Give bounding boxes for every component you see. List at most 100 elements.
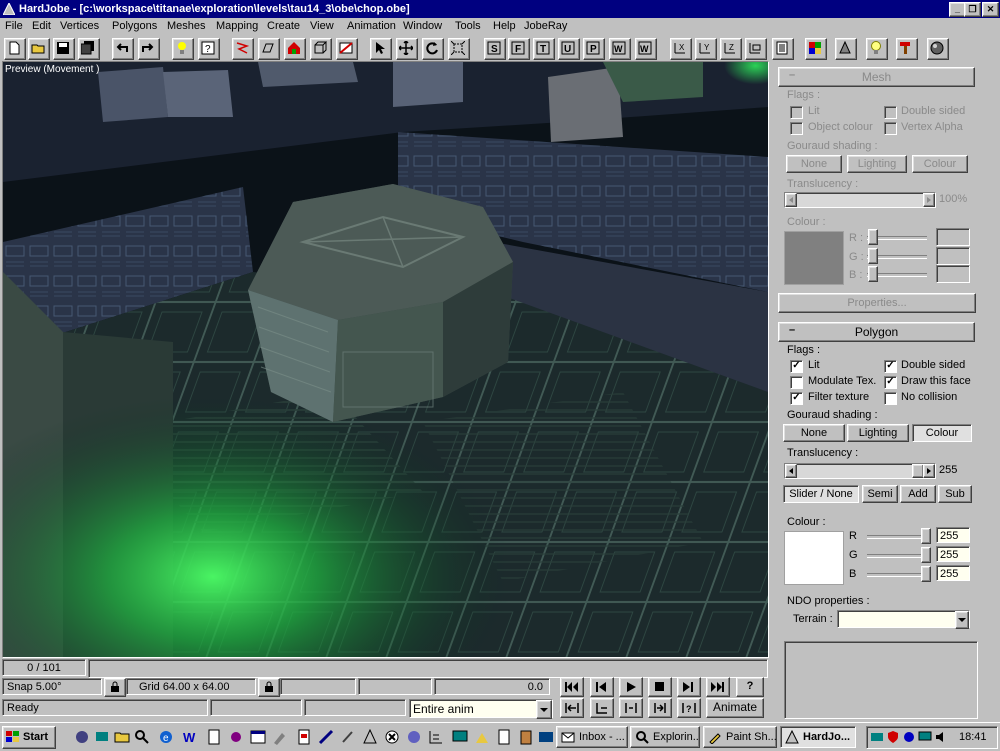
polygon-g-field[interactable]: 255 bbox=[936, 546, 970, 562]
polygon-lit-checkbox[interactable]: ✓ bbox=[790, 360, 803, 373]
polygon-tool-button[interactable] bbox=[232, 38, 254, 60]
quicklaunch-tool-icon[interactable] bbox=[272, 729, 288, 745]
face-tool-button[interactable] bbox=[258, 38, 280, 60]
polygon-g-slider[interactable] bbox=[921, 547, 931, 563]
mesh-gouraud-lighting-button[interactable]: Lighting bbox=[847, 155, 907, 173]
view-w2-button[interactable]: W bbox=[635, 38, 657, 60]
mesh-r-field[interactable] bbox=[936, 228, 970, 246]
scale-tool-button[interactable] bbox=[448, 38, 470, 60]
scroll-left-button[interactable] bbox=[785, 464, 797, 478]
polygon-b-slider[interactable] bbox=[921, 566, 931, 582]
save-button[interactable] bbox=[53, 38, 75, 60]
tray-shield-icon[interactable] bbox=[886, 730, 900, 744]
polygon-modulate-tex-checkbox[interactable] bbox=[790, 376, 803, 389]
quicklaunch-disc-icon[interactable] bbox=[406, 729, 422, 745]
light-button[interactable] bbox=[866, 38, 888, 60]
select-tool-button[interactable] bbox=[370, 38, 392, 60]
blend-slider-none-button[interactable]: Slider / None bbox=[783, 485, 859, 503]
quicklaunch-ie-icon[interactable]: e bbox=[158, 729, 174, 745]
light-tool-button[interactable] bbox=[172, 38, 194, 60]
terrain-select[interactable] bbox=[837, 610, 970, 629]
key-help-button[interactable]: ? bbox=[677, 698, 701, 718]
cone-button[interactable] bbox=[835, 38, 857, 60]
mesh-rollout-header[interactable]: – Mesh bbox=[778, 67, 975, 87]
polygon-colour-swatch[interactable] bbox=[784, 531, 844, 585]
polygon-gouraud-none-button[interactable]: None bbox=[783, 424, 845, 442]
grid-lock-button[interactable] bbox=[258, 678, 280, 697]
quicklaunch-x-icon[interactable] bbox=[384, 729, 400, 745]
menu-polygons[interactable]: Polygons bbox=[112, 20, 157, 32]
cube-tool-button[interactable] bbox=[310, 38, 332, 60]
quicklaunch-cone-icon[interactable] bbox=[362, 729, 378, 745]
goto-start-button[interactable] bbox=[560, 677, 584, 697]
play-button[interactable] bbox=[619, 677, 643, 697]
preview-viewport[interactable]: Preview (Movement ) bbox=[2, 61, 769, 658]
mesh-g-field[interactable] bbox=[936, 247, 970, 265]
anim-help-button[interactable]: ? bbox=[736, 677, 764, 697]
mesh-b-field[interactable] bbox=[936, 265, 970, 283]
properties-button[interactable]: Properties... bbox=[778, 293, 976, 313]
quicklaunch-paint-icon[interactable] bbox=[474, 729, 490, 745]
mesh-r-slider[interactable] bbox=[868, 229, 878, 245]
polygon-draw-face-checkbox[interactable]: ✓ bbox=[884, 376, 897, 389]
quicklaunch-desktop-icon[interactable] bbox=[538, 729, 554, 745]
task-exploring[interactable]: Explorin... bbox=[630, 726, 700, 748]
menu-file[interactable]: File bbox=[5, 20, 23, 32]
polygon-r-field[interactable]: 255 bbox=[936, 527, 970, 543]
menu-view[interactable]: View bbox=[310, 20, 334, 32]
rotate-tool-button[interactable] bbox=[422, 38, 444, 60]
notes-button[interactable] bbox=[772, 38, 794, 60]
next-frame-button[interactable] bbox=[677, 677, 701, 697]
view-s-button[interactable]: S bbox=[484, 38, 506, 60]
move-tool-button[interactable] bbox=[396, 38, 418, 60]
menu-joberay[interactable]: JobeRay bbox=[524, 20, 567, 32]
camera-view-button[interactable] bbox=[745, 38, 767, 60]
menu-help[interactable]: Help bbox=[493, 20, 516, 32]
axis-x-button[interactable]: X bbox=[670, 38, 692, 60]
close-button[interactable]: ✕ bbox=[982, 2, 999, 17]
anim-range-dropdown[interactable] bbox=[536, 700, 552, 719]
polygon-translucency-scrollbar[interactable] bbox=[784, 463, 936, 479]
menu-animation[interactable]: Animation bbox=[347, 20, 396, 32]
polygon-b-field[interactable]: 255 bbox=[936, 565, 970, 581]
polygon-gouraud-lighting-button[interactable]: Lighting bbox=[847, 424, 909, 442]
animate-button[interactable]: Animate bbox=[706, 698, 764, 718]
view-w1-button[interactable]: W bbox=[609, 38, 631, 60]
sphere-button[interactable] bbox=[927, 38, 949, 60]
quicklaunch-folder-icon[interactable] bbox=[114, 729, 130, 745]
scroll-right-button[interactable] bbox=[923, 464, 935, 478]
polygon-filter-texture-checkbox[interactable]: ✓ bbox=[790, 392, 803, 405]
blend-add-button[interactable]: Add bbox=[900, 485, 936, 503]
texture-tool-button[interactable] bbox=[336, 38, 358, 60]
tray-network-icon[interactable] bbox=[870, 730, 884, 744]
task-hardjobe[interactable]: HardJo... bbox=[780, 726, 856, 748]
axis-z-button[interactable]: Z bbox=[720, 38, 742, 60]
hammer-button[interactable] bbox=[896, 38, 918, 60]
quicklaunch-tree-icon[interactable] bbox=[428, 729, 444, 745]
menu-tools[interactable]: Tools bbox=[455, 20, 481, 32]
quicklaunch-explorer-icon[interactable] bbox=[74, 729, 90, 745]
quicklaunch-search-icon[interactable] bbox=[134, 729, 150, 745]
quicklaunch-window-icon[interactable] bbox=[250, 729, 266, 745]
mesh-b-slider[interactable] bbox=[868, 266, 878, 282]
view-f-button[interactable]: F bbox=[508, 38, 530, 60]
quicklaunch-network-icon[interactable] bbox=[94, 729, 110, 745]
key-prev-button[interactable] bbox=[590, 698, 614, 718]
quicklaunch-3d-icon[interactable] bbox=[318, 729, 334, 745]
blend-semi-button[interactable]: Semi bbox=[862, 485, 898, 503]
scroll-left-button[interactable] bbox=[785, 193, 797, 207]
scroll-right-button[interactable] bbox=[923, 193, 935, 207]
stop-button[interactable] bbox=[648, 677, 672, 697]
key-first-button[interactable] bbox=[560, 698, 584, 718]
quicklaunch-pdf-icon[interactable] bbox=[296, 729, 312, 745]
mesh-translucency-scrollbar[interactable] bbox=[784, 192, 936, 208]
mesh-lit-checkbox[interactable] bbox=[790, 106, 803, 119]
render-button[interactable] bbox=[805, 38, 827, 60]
tray-monitor-icon[interactable] bbox=[918, 730, 932, 744]
timeline-track[interactable] bbox=[88, 659, 768, 678]
new-button[interactable] bbox=[4, 38, 26, 60]
quicklaunch-pen-icon[interactable] bbox=[340, 729, 356, 745]
polygon-no-collision-checkbox[interactable] bbox=[884, 392, 897, 405]
goto-end-button[interactable] bbox=[706, 677, 730, 697]
menu-mapping[interactable]: Mapping bbox=[216, 20, 258, 32]
